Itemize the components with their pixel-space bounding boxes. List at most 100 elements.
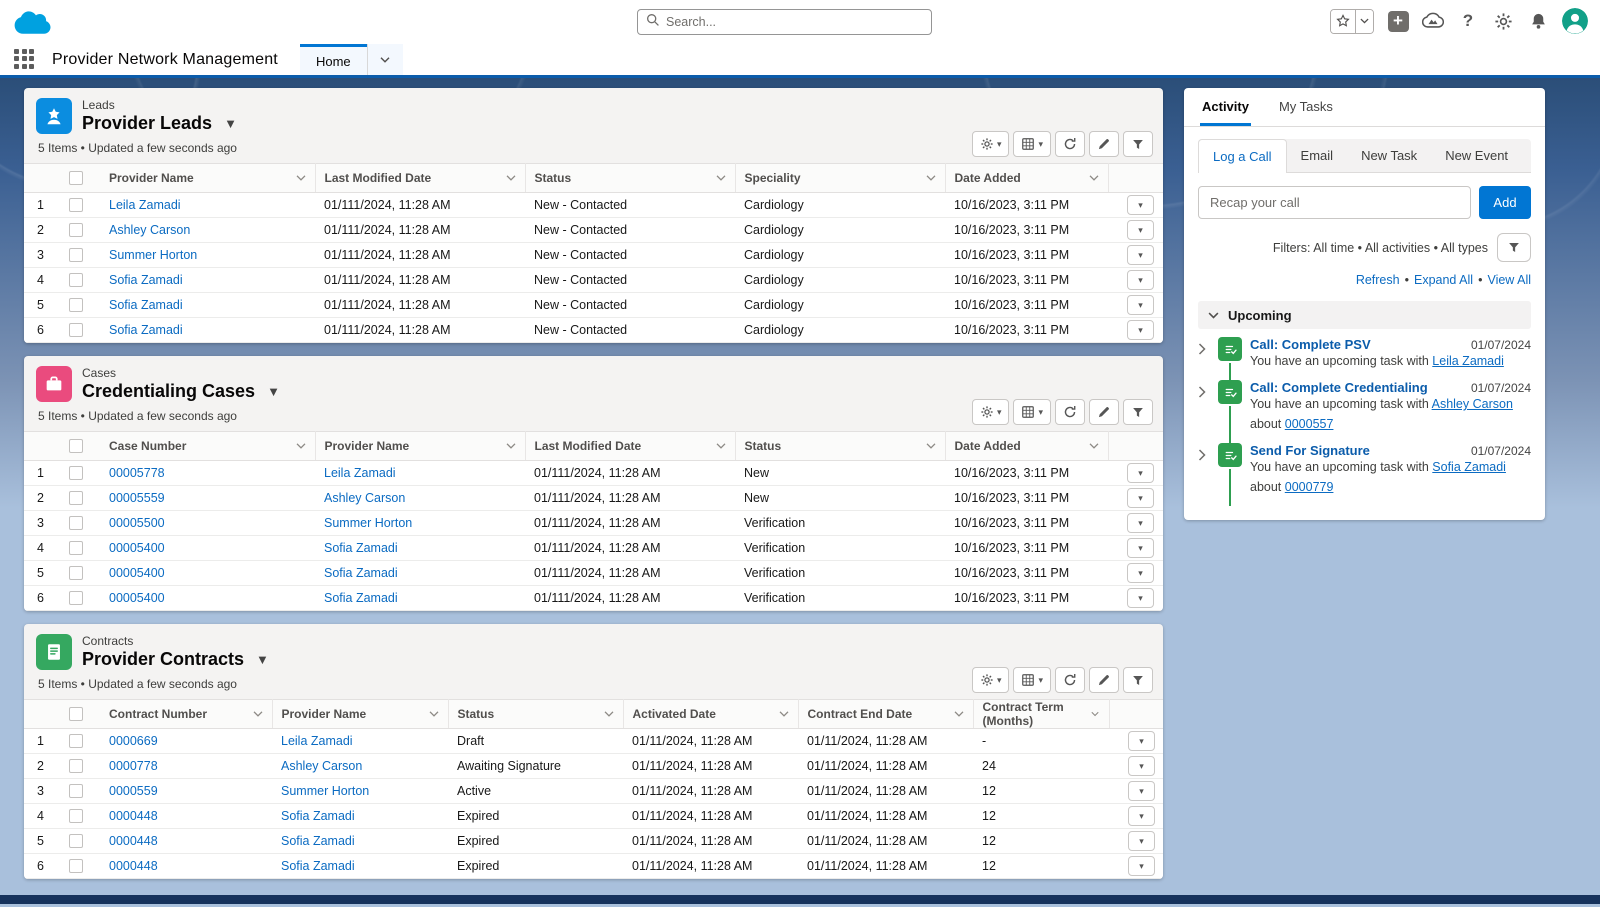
column-header[interactable]: Provider Name (272, 699, 449, 729)
column-header[interactable]: Case Number (100, 431, 316, 461)
row-checkbox[interactable] (69, 834, 83, 849)
view-all-link[interactable]: View All (1487, 273, 1531, 287)
row-checkbox[interactable] (69, 566, 83, 581)
record-link[interactable]: Sofia Zamadi (281, 834, 355, 848)
guidance-center-button[interactable] (1422, 10, 1444, 32)
record-link[interactable]: Ashley Carson (324, 491, 405, 505)
row-checkbox[interactable] (69, 298, 83, 313)
record-link[interactable]: 0000669 (109, 734, 158, 748)
record-link[interactable]: 0000448 (109, 834, 158, 848)
row-checkbox[interactable] (69, 198, 83, 213)
column-header[interactable]: Speciality (735, 163, 946, 193)
row-actions-button[interactable]: ▾ (1127, 463, 1154, 483)
row-checkbox[interactable] (69, 759, 83, 774)
upcoming-section-toggle[interactable]: Upcoming (1198, 301, 1531, 329)
record-link[interactable]: Sofia Zamadi (281, 859, 355, 873)
row-actions-button[interactable]: ▾ (1127, 563, 1154, 583)
global-actions-button[interactable]: + (1387, 10, 1409, 32)
column-header[interactable]: Provider Name (100, 163, 316, 193)
record-link[interactable]: 00005500 (109, 516, 165, 530)
row-actions-button[interactable]: ▾ (1127, 245, 1154, 265)
record-link[interactable]: Summer Horton (324, 516, 412, 530)
tab-new-task[interactable]: New Task (1347, 139, 1431, 172)
row-actions-button[interactable]: ▾ (1127, 295, 1154, 315)
edit-list-button[interactable] (1089, 399, 1119, 425)
column-header[interactable]: Contract Term (Months) (973, 699, 1110, 729)
setup-gear-button[interactable] (1492, 10, 1514, 32)
tab-email[interactable]: Email (1287, 139, 1348, 172)
record-link[interactable]: 00005559 (109, 491, 165, 505)
column-header[interactable]: Status (448, 699, 624, 729)
row-actions-button[interactable]: ▾ (1127, 513, 1154, 533)
filter-list-button[interactable] (1123, 399, 1153, 425)
row-actions-button[interactable]: ▾ (1127, 488, 1154, 508)
list-view-selector-button[interactable]: ▼ (256, 652, 269, 667)
row-actions-button[interactable]: ▾ (1127, 588, 1154, 608)
tab-home[interactable]: Home (299, 44, 367, 75)
record-link[interactable]: Leila Zamadi (281, 734, 353, 748)
row-checkbox[interactable] (69, 248, 83, 263)
row-checkbox[interactable] (69, 273, 83, 288)
row-checkbox[interactable] (69, 491, 83, 506)
column-header[interactable]: Date Added (945, 431, 1109, 461)
record-link[interactable]: Sofia Zamadi (1432, 460, 1506, 474)
list-settings-button[interactable]: ▾ (971, 667, 1010, 693)
column-header[interactable]: Date Added (945, 163, 1109, 193)
column-header[interactable]: Last Modified Date (315, 163, 526, 193)
app-launcher-button[interactable] (14, 48, 36, 71)
record-link[interactable]: Leila Zamadi (1432, 354, 1504, 368)
list-view-selector-button[interactable]: ▼ (224, 116, 237, 131)
record-link[interactable]: Summer Horton (281, 784, 369, 798)
activity-filter-button[interactable] (1497, 233, 1531, 262)
record-link[interactable]: 0000779 (1285, 480, 1334, 494)
row-actions-button[interactable]: ▾ (1128, 781, 1155, 801)
expand-task-button[interactable] (1198, 380, 1210, 443)
tab-activity[interactable]: Activity (1200, 88, 1251, 126)
column-header[interactable]: Last Modified Date (525, 431, 736, 461)
column-header[interactable]: Contract End Date (798, 699, 974, 729)
record-link[interactable]: Leila Zamadi (324, 466, 396, 480)
record-link[interactable]: Ashley Carson (1432, 397, 1513, 411)
row-actions-button[interactable]: ▾ (1128, 756, 1155, 776)
row-actions-button[interactable]: ▾ (1128, 806, 1155, 826)
record-link[interactable]: Ashley Carson (281, 759, 362, 773)
display-as-button[interactable]: ▾ (1013, 131, 1051, 157)
row-checkbox[interactable] (69, 591, 83, 606)
record-link[interactable]: Sofia Zamadi (281, 809, 355, 823)
expand-task-button[interactable] (1198, 443, 1210, 506)
refresh-list-button[interactable] (1055, 399, 1085, 425)
list-view-selector-button[interactable]: ▼ (267, 384, 280, 399)
help-button[interactable]: ? (1457, 10, 1479, 32)
row-checkbox[interactable] (69, 541, 83, 556)
record-link[interactable]: Sofia Zamadi (109, 273, 183, 287)
record-link[interactable]: Sofia Zamadi (109, 298, 183, 312)
column-header[interactable]: Status (735, 431, 946, 461)
expand-task-button[interactable] (1198, 337, 1210, 380)
record-link[interactable]: Sofia Zamadi (324, 541, 398, 555)
column-header[interactable]: Activated Date (623, 699, 799, 729)
favorites-star-button[interactable] (1331, 9, 1355, 33)
list-settings-button[interactable]: ▾ (971, 399, 1010, 425)
row-actions-button[interactable]: ▾ (1128, 856, 1155, 876)
filter-list-button[interactable] (1123, 131, 1153, 157)
select-all-checkbox[interactable] (69, 171, 83, 186)
refresh-link[interactable]: Refresh (1356, 273, 1400, 287)
row-actions-button[interactable]: ▾ (1127, 270, 1154, 290)
row-actions-button[interactable]: ▾ (1127, 220, 1154, 240)
row-checkbox[interactable] (69, 516, 83, 531)
favorites-list-button[interactable] (1355, 9, 1373, 33)
row-checkbox[interactable] (69, 809, 83, 824)
row-actions-button[interactable]: ▾ (1127, 195, 1154, 215)
row-checkbox[interactable] (69, 466, 83, 481)
notifications-button[interactable] (1527, 10, 1549, 32)
search-input[interactable] (666, 15, 923, 29)
column-header[interactable]: Status (525, 163, 736, 193)
row-checkbox[interactable] (69, 734, 83, 749)
record-link[interactable]: 00005400 (109, 541, 165, 555)
refresh-list-button[interactable] (1055, 131, 1085, 157)
display-as-button[interactable]: ▾ (1013, 667, 1051, 693)
tab-my-tasks[interactable]: My Tasks (1277, 88, 1335, 126)
record-link[interactable]: Sofia Zamadi (324, 566, 398, 580)
tab-home-menu-button[interactable] (366, 44, 403, 75)
row-actions-button[interactable]: ▾ (1128, 731, 1155, 751)
